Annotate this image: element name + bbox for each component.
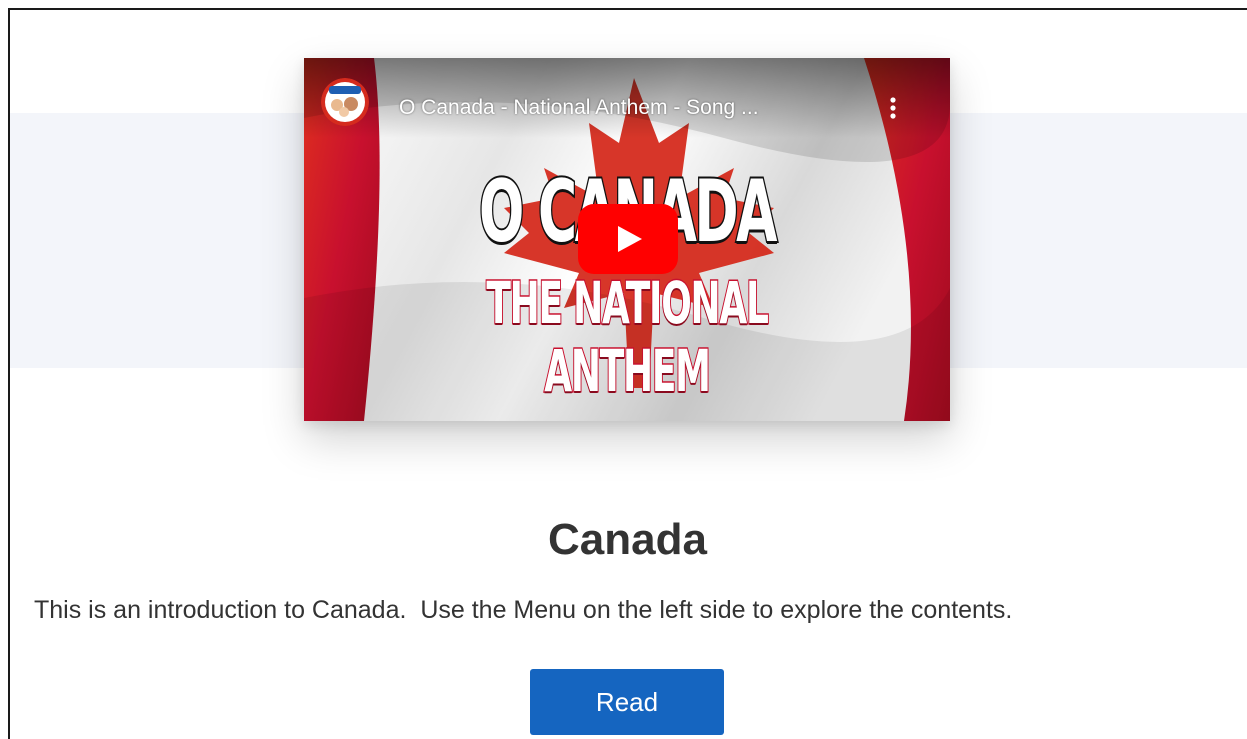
play-button[interactable] (578, 204, 678, 274)
more-vertical-icon[interactable] (884, 95, 902, 121)
read-button[interactable]: Read (530, 669, 724, 735)
channel-avatar-icon (321, 78, 369, 126)
video-title[interactable]: O Canada - National Anthem - Song ... (399, 96, 759, 120)
page-frame: O Canada - National Anthem - Song ... O … (8, 8, 1247, 739)
thumbnail-subheadline: THE NATIONAL ANTHEM (485, 268, 769, 407)
intro-text: This is an introduction to Canada. Use t… (34, 596, 1013, 624)
video-embed[interactable]: O Canada - National Anthem - Song ... O … (304, 58, 950, 421)
page-title: Canada (548, 515, 707, 564)
channel-avatar[interactable] (321, 78, 369, 126)
